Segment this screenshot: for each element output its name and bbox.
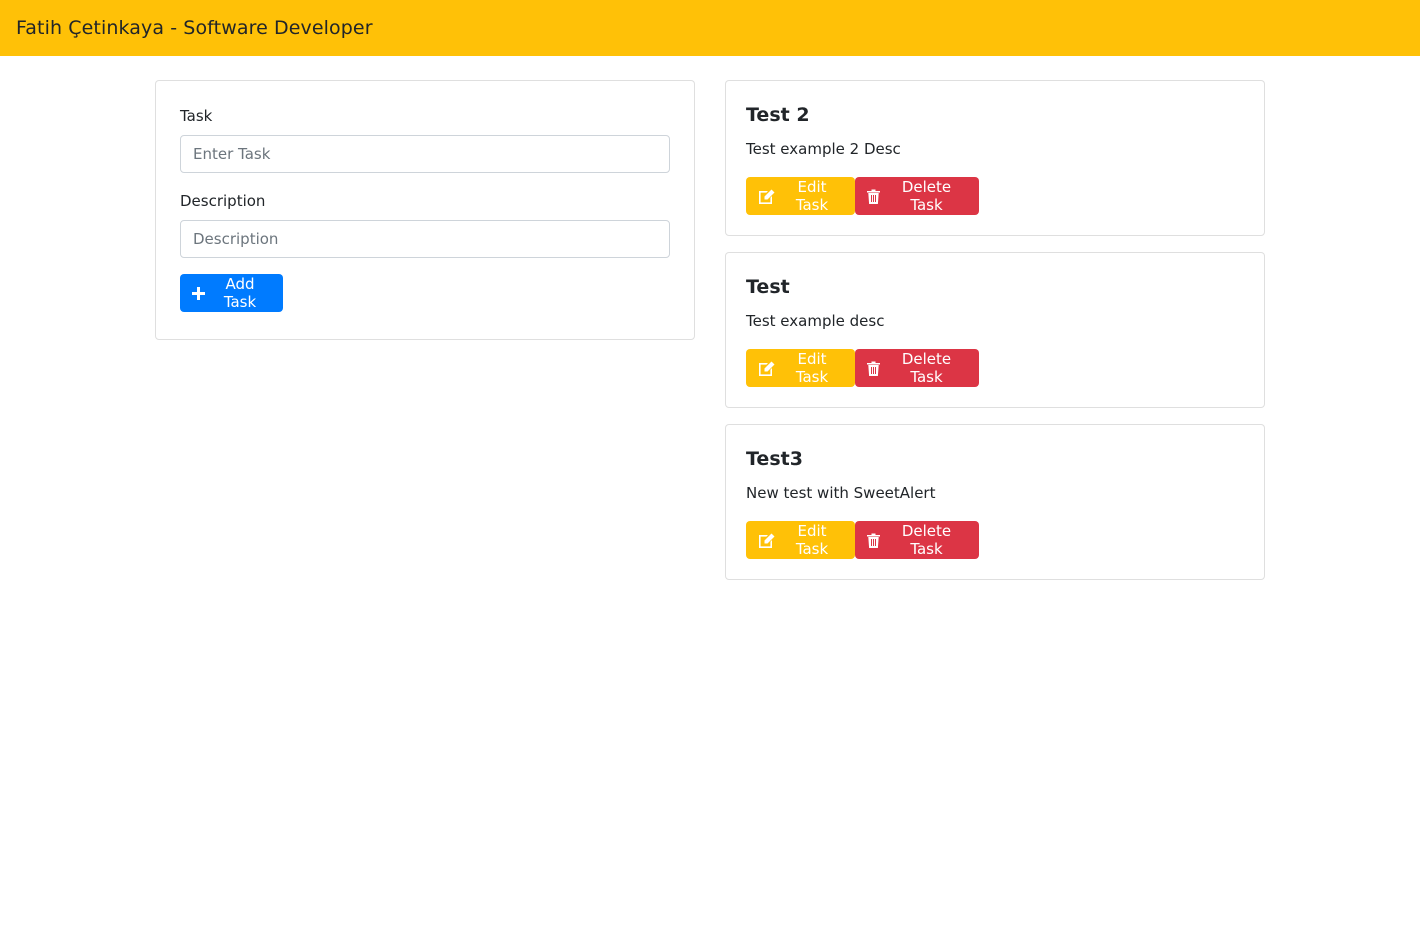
task-card: Test3 New test with SweetAlert Edit Task…	[725, 424, 1265, 580]
edit-task-label: Edit Task	[795, 522, 829, 558]
delete-task-button[interactable]: Delete Task	[855, 177, 979, 215]
navbar: Fatih Çetinkaya - Software Developer	[0, 0, 1420, 56]
edit-task-button[interactable]: Edit Task	[746, 349, 855, 387]
description-label: Description	[180, 192, 266, 210]
trash-icon	[867, 533, 880, 548]
task-card: Test 2 Test example 2 Desc Edit Task Del…	[725, 80, 1265, 236]
navbar-brand[interactable]: Fatih Çetinkaya - Software Developer	[16, 17, 373, 39]
edit-task-label: Edit Task	[795, 178, 829, 214]
task-title: Test3	[746, 448, 803, 470]
task-title: Test	[746, 276, 790, 298]
edit-task-button[interactable]: Edit Task	[746, 521, 855, 559]
task-title: Test 2	[746, 104, 810, 126]
add-task-label: Add Task	[223, 275, 257, 311]
description-input[interactable]	[180, 220, 670, 258]
edit-icon	[758, 361, 775, 376]
trash-icon	[867, 361, 880, 376]
add-task-button[interactable]: Add Task	[180, 274, 283, 312]
delete-task-label: Delete Task	[901, 350, 952, 386]
task-description: Test example 2 Desc	[746, 140, 901, 158]
task-description: New test with SweetAlert	[746, 484, 936, 502]
plus-icon	[192, 286, 205, 300]
edit-icon	[758, 533, 775, 548]
task-card: Test Test example desc Edit Task Delete …	[725, 252, 1265, 408]
trash-icon	[867, 189, 880, 204]
delete-task-button[interactable]: Delete Task	[855, 521, 979, 559]
delete-task-label: Delete Task	[901, 522, 952, 558]
delete-task-button[interactable]: Delete Task	[855, 349, 979, 387]
task-label: Task	[180, 107, 213, 125]
edit-task-button[interactable]: Edit Task	[746, 177, 855, 215]
delete-task-label: Delete Task	[901, 178, 952, 214]
edit-icon	[758, 189, 775, 204]
task-description: Test example desc	[746, 312, 885, 330]
edit-task-label: Edit Task	[795, 350, 829, 386]
add-task-form: Task Description Add Task	[155, 80, 695, 340]
task-input[interactable]	[180, 135, 670, 173]
